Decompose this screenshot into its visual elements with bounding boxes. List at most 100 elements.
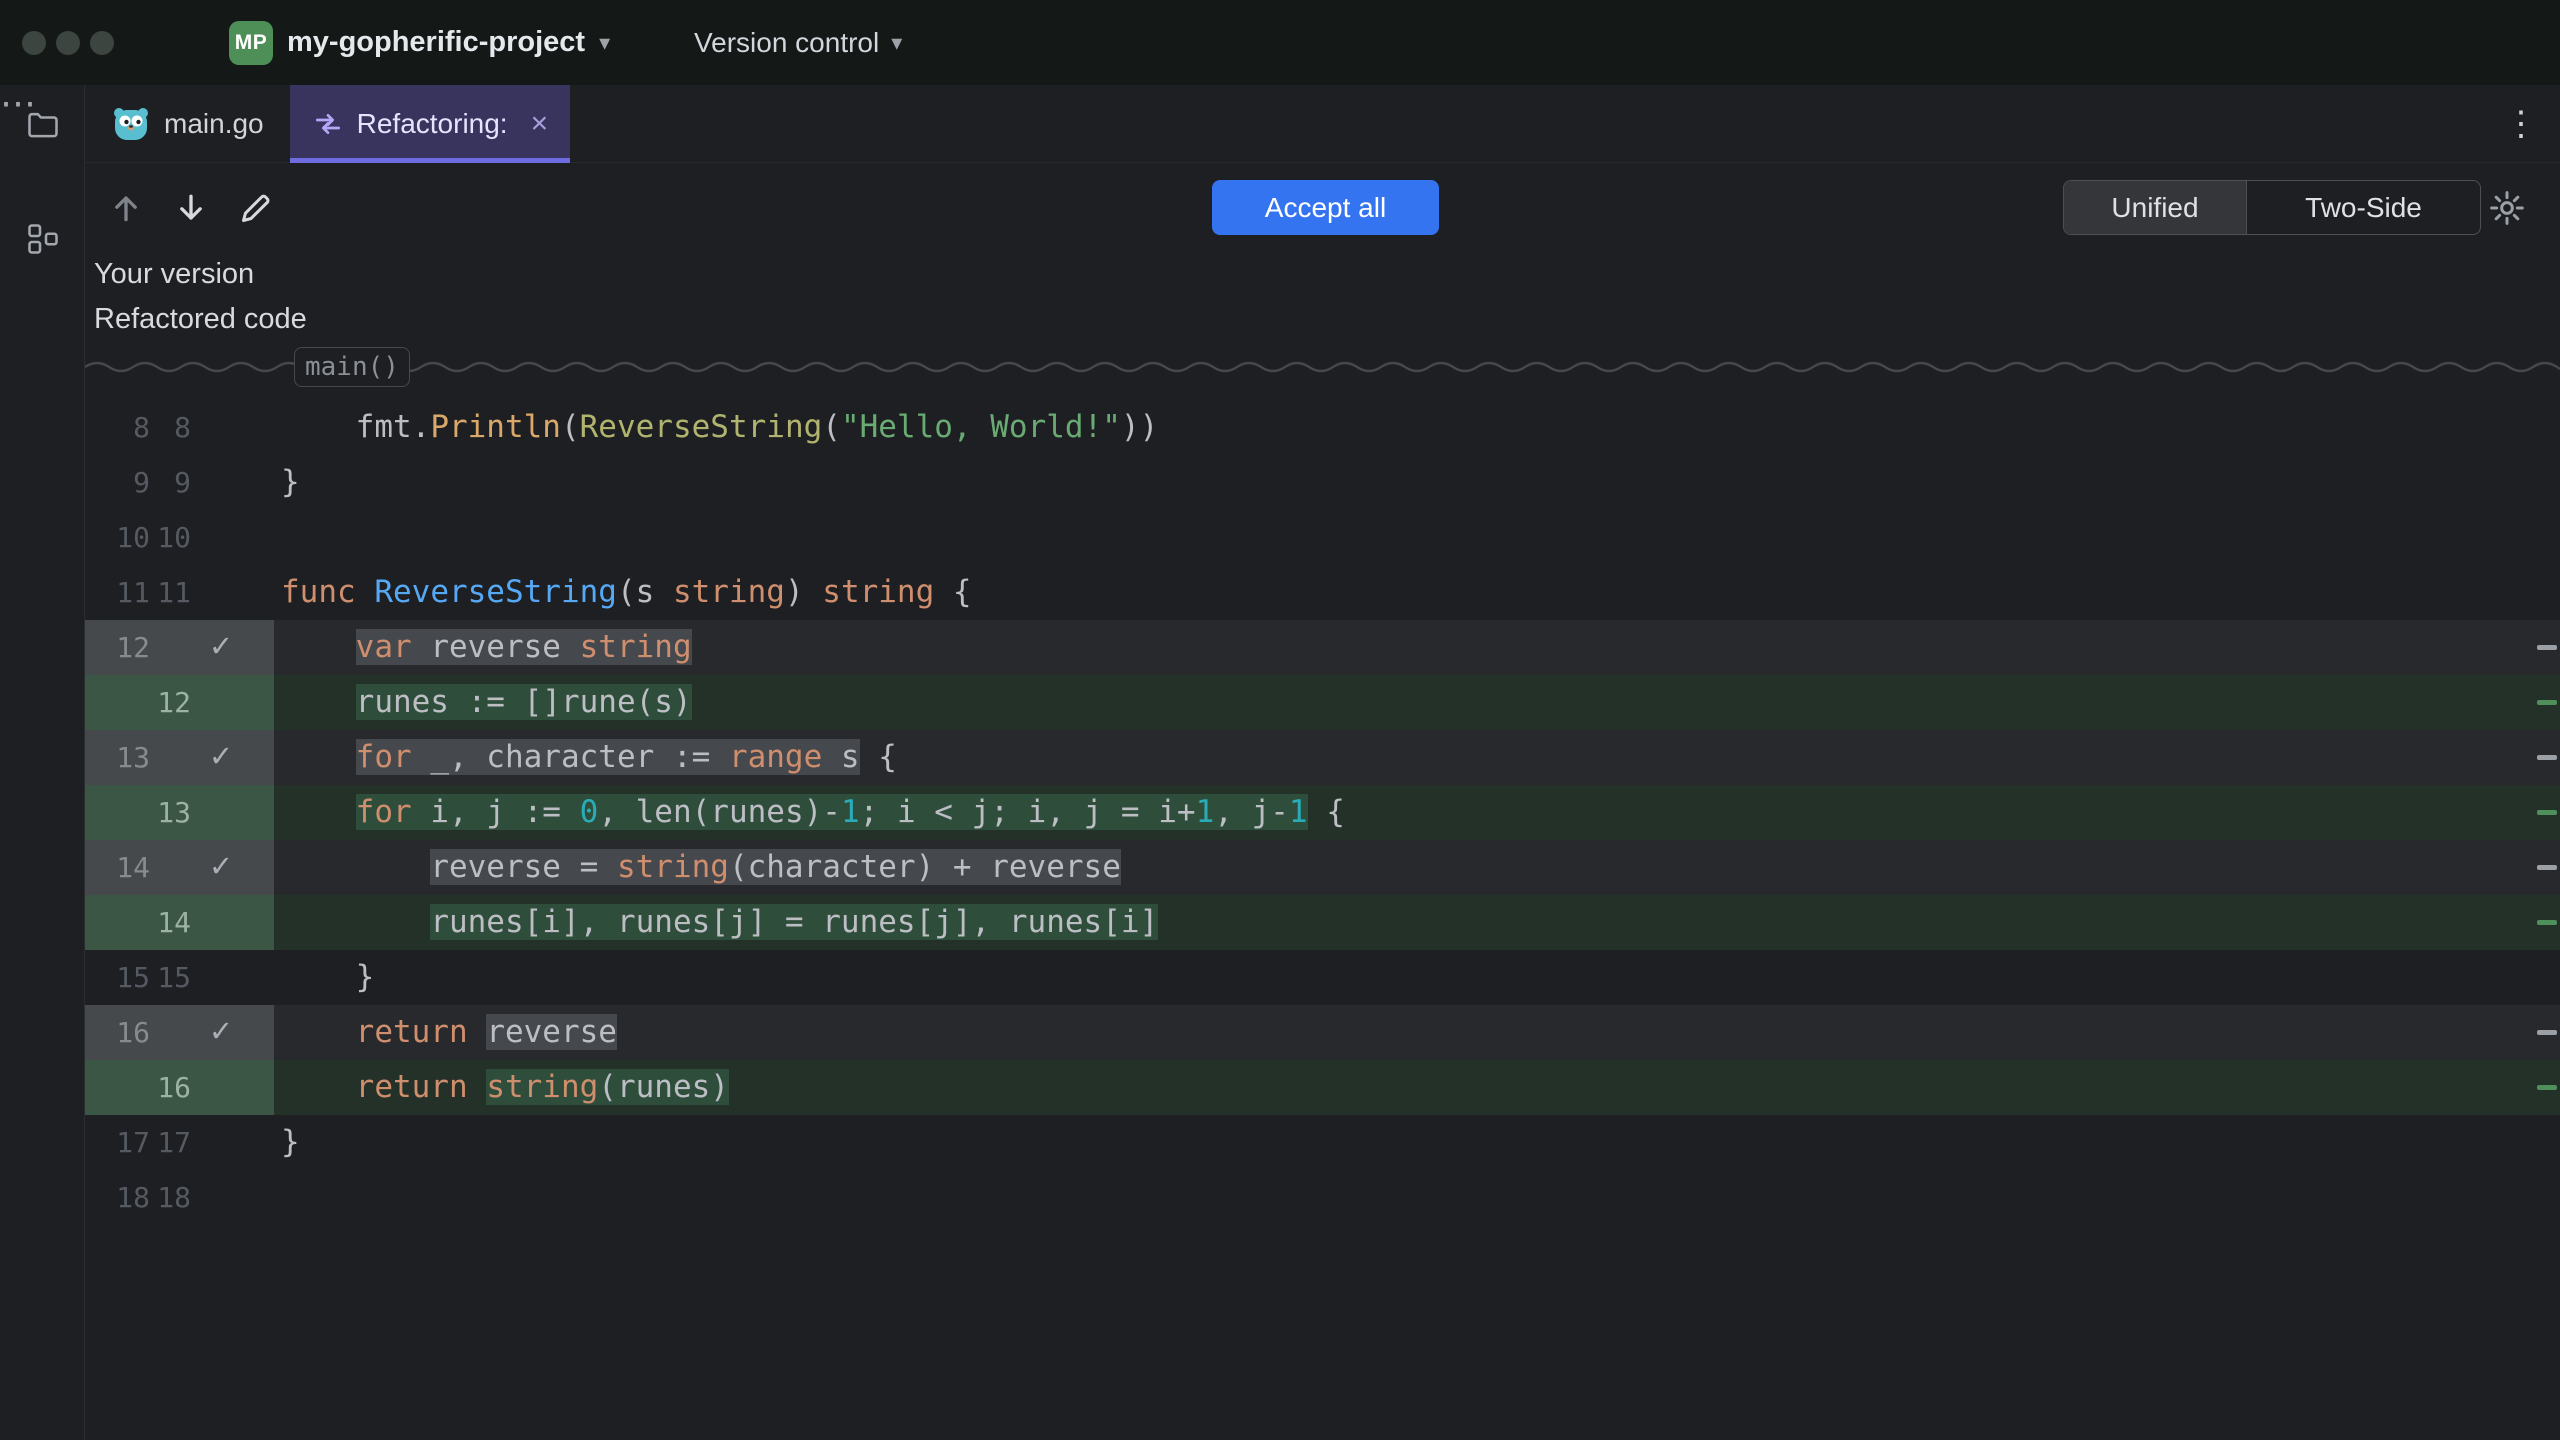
code-token: (s bbox=[617, 574, 673, 610]
two-side-view-button[interactable]: Two-Side bbox=[2247, 181, 2480, 234]
apply-change-check-icon[interactable]: ✓ bbox=[191, 620, 251, 675]
change-marker[interactable] bbox=[2537, 920, 2557, 925]
editor-tabs: main.go Refactoring: × ⋮ bbox=[85, 85, 2560, 163]
shell: ⋯ main.go bbox=[0, 85, 2560, 1440]
code-row: 16 return string(runes) bbox=[85, 1060, 2560, 1115]
code-token: { bbox=[1308, 794, 1345, 830]
code-line[interactable]: fmt.Println(ReverseString("Hello, World!… bbox=[274, 400, 1158, 455]
change-marker[interactable] bbox=[2537, 755, 2557, 760]
your-version-label: Your version bbox=[94, 257, 254, 291]
code-token: _, character := bbox=[412, 739, 729, 775]
code-line[interactable]: reverse = string(character) + reverse bbox=[274, 840, 1121, 895]
code-row: 13 ✓ for _, character := range s { bbox=[85, 730, 2560, 785]
line-number-left: 13 bbox=[85, 730, 150, 785]
code-token: runes := []rune(s) bbox=[356, 684, 692, 720]
titlebar: MP my-gopherific-project ▾ Version contr… bbox=[0, 0, 2560, 85]
code-line[interactable]: } bbox=[274, 950, 374, 1005]
code-line[interactable]: for i, j := 0, len(runes)-1; i < j; i, j… bbox=[274, 785, 1345, 840]
previous-change-button[interactable] bbox=[106, 188, 146, 228]
code-token: reverse = bbox=[430, 849, 617, 885]
tab-options-kebab-icon[interactable]: ⋮ bbox=[2504, 107, 2538, 141]
edit-pencil-icon[interactable] bbox=[236, 188, 276, 228]
line-number-left: 17 bbox=[85, 1115, 150, 1170]
structure-icon[interactable] bbox=[25, 221, 61, 257]
code-line[interactable]: return reverse bbox=[274, 1005, 617, 1060]
code-line[interactable] bbox=[274, 1170, 281, 1225]
code-token: } bbox=[281, 959, 374, 995]
code-token bbox=[468, 1069, 487, 1105]
next-change-button[interactable] bbox=[171, 188, 211, 228]
change-marker[interactable] bbox=[2537, 1085, 2557, 1090]
fold-wave-divider bbox=[85, 357, 2560, 377]
code-token: ; i < j; i, j = i+ bbox=[860, 794, 1196, 830]
project-badge: MP bbox=[229, 21, 273, 65]
apply-change-check-icon bbox=[191, 510, 251, 565]
apply-change-check-icon bbox=[191, 950, 251, 1005]
change-marker[interactable] bbox=[2537, 645, 2557, 650]
code-row: 16✓ return reverse bbox=[85, 1005, 2560, 1060]
unified-view-button[interactable]: Unified bbox=[2064, 181, 2247, 234]
code-line[interactable] bbox=[274, 510, 281, 565]
code-line[interactable]: func ReverseString(s string) string { bbox=[274, 565, 972, 620]
code-row: 1010 bbox=[85, 510, 2560, 565]
code-line[interactable]: runes[i], runes[j] = runes[j], runes[i] bbox=[274, 895, 1158, 950]
zoom-window-button[interactable] bbox=[90, 31, 114, 55]
gutter: 1515 bbox=[85, 950, 274, 1005]
change-marker[interactable] bbox=[2537, 1030, 2557, 1035]
code-line[interactable]: return string(runes) bbox=[274, 1060, 729, 1115]
code-token: var bbox=[356, 629, 412, 665]
diff-toolbar: Accept all Unified Two-Side bbox=[85, 163, 2560, 253]
line-number-left: 18 bbox=[85, 1170, 150, 1225]
code-token: (character) + reverse bbox=[729, 849, 1121, 885]
apply-change-check-icon[interactable]: ✓ bbox=[191, 730, 251, 785]
code-area[interactable]: 88 fmt.Println(ReverseString("Hello, Wor… bbox=[85, 400, 2560, 1225]
change-marker[interactable] bbox=[2537, 810, 2557, 815]
accept-all-button[interactable]: Accept all bbox=[1212, 180, 1439, 235]
line-number-left: 12 bbox=[85, 620, 150, 675]
gear-icon[interactable] bbox=[2487, 188, 2527, 228]
line-number-left bbox=[85, 895, 150, 950]
gutter: 1010 bbox=[85, 510, 274, 565]
chevron-down-icon: ▾ bbox=[891, 32, 902, 54]
change-marker[interactable] bbox=[2537, 700, 2557, 705]
code-line[interactable]: } bbox=[274, 455, 300, 510]
line-number-left: 9 bbox=[85, 455, 150, 510]
gutter: 1111 bbox=[85, 565, 274, 620]
apply-change-check-icon[interactable]: ✓ bbox=[191, 840, 251, 895]
gopher-icon bbox=[111, 106, 151, 142]
line-number-right: 15 bbox=[150, 950, 191, 1005]
change-marker[interactable] bbox=[2537, 865, 2557, 870]
gutter: 1717 bbox=[85, 1115, 274, 1170]
gutter: 88 bbox=[85, 400, 274, 455]
tab-refactoring[interactable]: Refactoring: × bbox=[290, 85, 571, 162]
apply-change-check-icon[interactable]: ✓ bbox=[191, 1005, 251, 1060]
apply-change-check-icon bbox=[191, 1060, 251, 1115]
code-line[interactable]: runes := []rune(s) bbox=[274, 675, 692, 730]
code-row: 12 ✓ var reverse string bbox=[85, 620, 2560, 675]
code-token: string bbox=[580, 629, 692, 665]
line-number-right: 14 bbox=[150, 895, 191, 950]
code-token: string bbox=[486, 1069, 598, 1105]
tab-main-go[interactable]: main.go bbox=[85, 85, 290, 162]
code-token bbox=[468, 1014, 487, 1050]
line-number-left: 15 bbox=[85, 950, 150, 1005]
code-token: , len(runes)- bbox=[598, 794, 841, 830]
gutter: 12 bbox=[85, 675, 274, 730]
project-switcher[interactable]: MP my-gopherific-project ▾ bbox=[229, 0, 610, 85]
line-number-left bbox=[85, 785, 150, 840]
close-tab-icon[interactable]: × bbox=[531, 109, 549, 139]
gutter: 12 ✓ bbox=[85, 620, 274, 675]
project-folder-icon[interactable] bbox=[25, 107, 61, 143]
code-token: , j- bbox=[1214, 794, 1289, 830]
close-window-button[interactable] bbox=[22, 31, 46, 55]
minimize-window-button[interactable] bbox=[56, 31, 80, 55]
gutter: 16 bbox=[85, 1060, 274, 1115]
apply-change-check-icon bbox=[191, 675, 251, 730]
editor-main: main.go Refactoring: × ⋮ bbox=[85, 85, 2560, 1440]
code-line[interactable]: } bbox=[274, 1115, 300, 1170]
code-line[interactable]: var reverse string bbox=[274, 620, 692, 675]
code-line[interactable]: for _, character := range s { bbox=[274, 730, 897, 785]
fold-region-chip[interactable]: main() bbox=[294, 347, 410, 387]
line-number-right bbox=[150, 1005, 191, 1060]
version-control-menu[interactable]: Version control ▾ bbox=[694, 0, 902, 85]
